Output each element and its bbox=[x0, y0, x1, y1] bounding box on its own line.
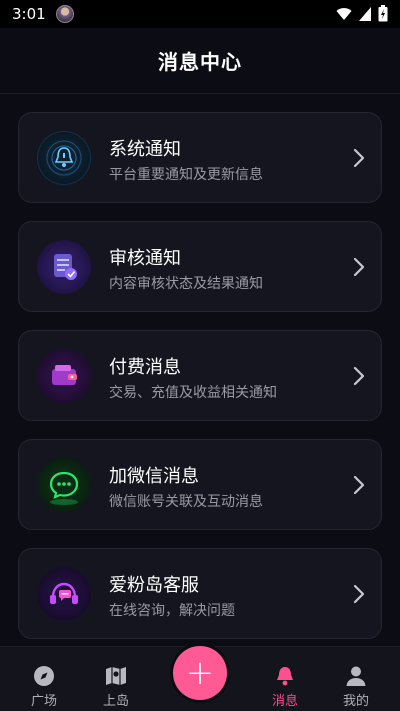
status-icons bbox=[336, 5, 388, 22]
card-title: 付费消息 bbox=[109, 357, 181, 378]
card-customer-service[interactable]: 爱粉岛客服 在线咨询，解决问题 bbox=[18, 548, 382, 639]
card-review-notification[interactable]: 审核通知 内容审核状态及结果通知 bbox=[18, 221, 382, 312]
card-subtitle: 内容审核状态及结果通知 bbox=[109, 276, 263, 292]
card-title: 系统通知 bbox=[109, 139, 181, 160]
nav-item-messages[interactable]: 消息 bbox=[255, 647, 315, 711]
notification-avatar-icon bbox=[55, 5, 74, 23]
battery-icon bbox=[378, 5, 388, 22]
nav-label: 广场 bbox=[30, 694, 57, 709]
card-subtitle: 交易、充值及收益相关通知 bbox=[109, 385, 277, 401]
nav-item-plaza[interactable]: 广场 bbox=[14, 647, 74, 711]
nav-label: 消息 bbox=[271, 694, 298, 709]
card-wechat-message[interactable]: 加微信消息 微信账号关联及互动消息 bbox=[18, 439, 382, 530]
person-icon bbox=[346, 666, 366, 686]
bell-icon bbox=[277, 667, 293, 686]
card-subtitle: 平台重要通知及更新信息 bbox=[109, 167, 263, 183]
chevron-right-icon bbox=[353, 148, 365, 168]
compass-icon bbox=[34, 666, 54, 686]
status-time: 3:01 bbox=[12, 5, 46, 23]
status-bar: 3:01 bbox=[0, 0, 400, 28]
wifi-icon bbox=[336, 7, 352, 20]
page-title: 消息中心 bbox=[158, 50, 242, 74]
card-subtitle: 在线咨询，解决问题 bbox=[109, 603, 235, 619]
page-header: 消息中心 bbox=[0, 28, 400, 94]
card-title: 加微信消息 bbox=[109, 466, 199, 487]
plus-icon: + bbox=[185, 653, 215, 693]
bell-shield-icon bbox=[37, 131, 91, 185]
create-post-button[interactable]: + bbox=[173, 646, 227, 700]
map-icon bbox=[106, 667, 126, 685]
card-title: 审核通知 bbox=[109, 248, 181, 269]
chevron-right-icon bbox=[353, 366, 365, 386]
nav-label: 我的 bbox=[342, 694, 369, 709]
card-payment-message[interactable]: 付费消息 交易、充值及收益相关通知 bbox=[18, 330, 382, 421]
nav-item-island[interactable]: 上岛 bbox=[86, 647, 146, 711]
headset-icon bbox=[37, 567, 91, 621]
card-title: 爱粉岛客服 bbox=[109, 575, 199, 596]
card-subtitle: 微信账号关联及互动消息 bbox=[109, 494, 263, 510]
nav-item-profile[interactable]: 我的 bbox=[326, 647, 386, 711]
card-system-notification[interactable]: 系统通知 平台重要通知及更新信息 bbox=[18, 112, 382, 203]
nav-label: 上岛 bbox=[102, 694, 129, 709]
wechat-chat-icon bbox=[37, 458, 91, 512]
chevron-right-icon bbox=[353, 475, 365, 495]
chevron-right-icon bbox=[353, 257, 365, 277]
wallet-icon bbox=[37, 349, 91, 403]
chevron-right-icon bbox=[353, 584, 365, 604]
signal-icon bbox=[359, 6, 371, 21]
document-check-icon bbox=[37, 240, 91, 294]
